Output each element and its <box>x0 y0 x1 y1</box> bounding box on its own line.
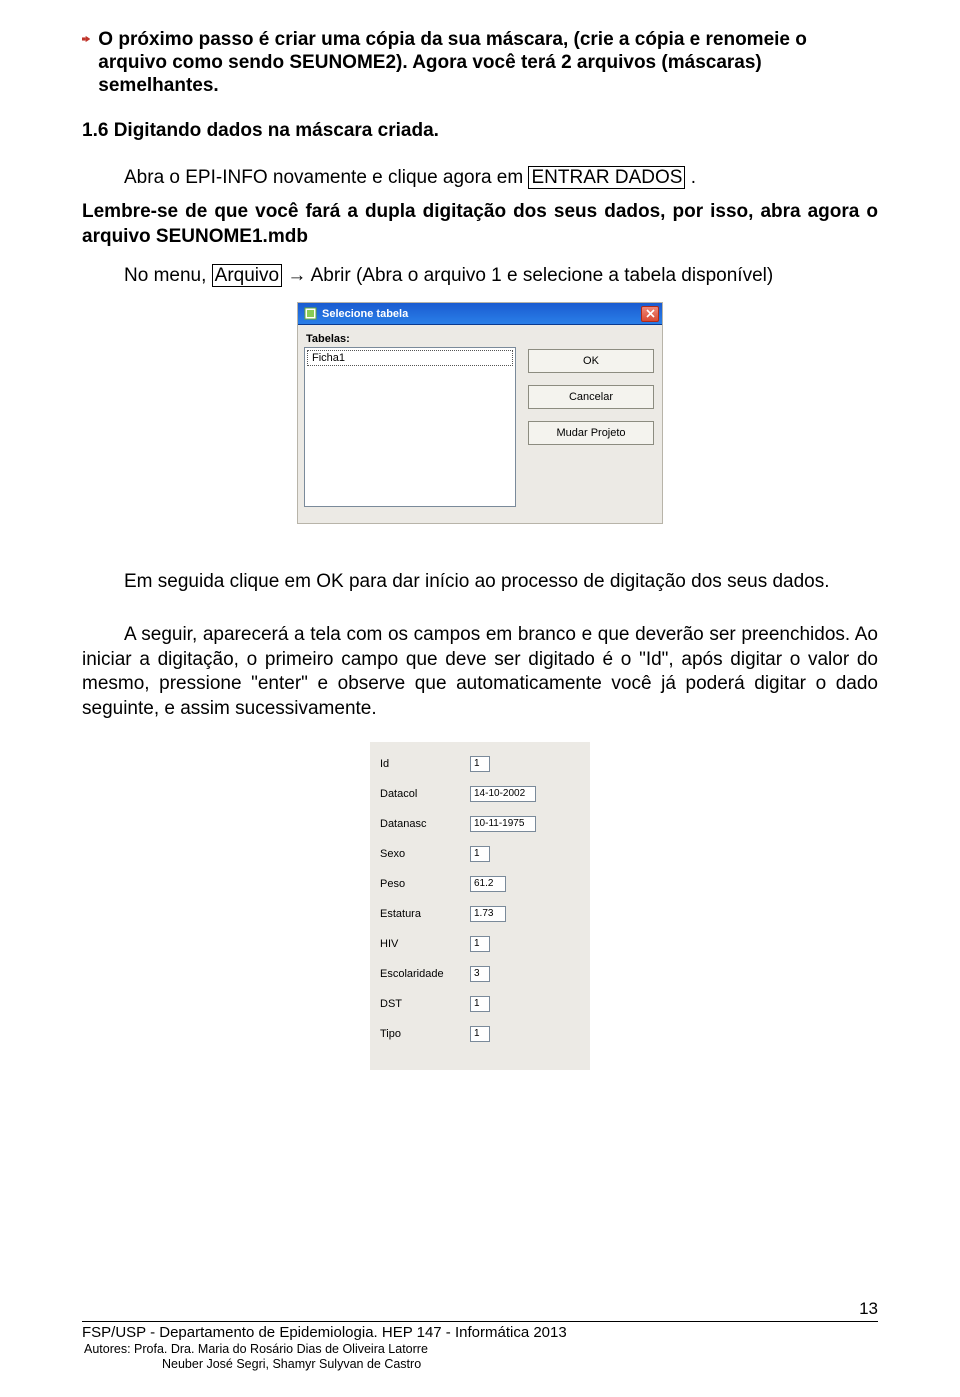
field-input[interactable]: 14-10-2002 <box>470 786 536 802</box>
footer-line-2: Autores: Profa. Dra. Maria do Rosário Di… <box>82 1342 878 1358</box>
paragraph-nomenu: No menu, Arquivo → Abrir (Abra o arquivo… <box>82 264 878 289</box>
paragraph-emseguida: Em seguida clique em OK para dar início … <box>82 570 878 595</box>
paragraph-intro: O próximo passo é criar uma cópia da sua… <box>98 28 878 98</box>
close-button[interactable] <box>641 306 659 322</box>
arrow-icon <box>82 31 90 47</box>
field-input[interactable]: 3 <box>470 966 490 982</box>
cancel-button[interactable]: Cancelar <box>528 385 654 409</box>
footer-rule <box>82 1321 878 1322</box>
list-item[interactable]: Ficha1 <box>307 350 513 366</box>
ok-button[interactable]: OK <box>528 349 654 373</box>
field-label: HIV <box>380 938 470 950</box>
text: No menu, <box>124 265 212 286</box>
form-row: Sexo1 <box>380 846 580 862</box>
field-label: Id <box>380 758 470 770</box>
dialog-title: Selecione tabela <box>322 308 641 320</box>
tables-label: Tabelas: <box>306 333 654 345</box>
field-label: Datanasc <box>380 818 470 830</box>
field-label: Sexo <box>380 848 470 860</box>
footer-line-3: Neuber José Segri, Shamyr Sulyvan de Cas… <box>82 1357 878 1373</box>
paragraph-abra: Abra o EPI-INFO novamente e clique agora… <box>82 166 878 191</box>
dialog-titlebar: Selecione tabela <box>298 303 662 325</box>
form-row: Datacol14-10-2002 <box>380 786 580 802</box>
field-input[interactable]: 1 <box>470 996 490 1012</box>
app-icon <box>304 307 317 320</box>
field-label: Estatura <box>380 908 470 920</box>
form-row: HIV1 <box>380 936 580 952</box>
field-label: Tipo <box>380 1028 470 1040</box>
paragraph-aseguir: A seguir, aparecerá a tela com os campos… <box>82 623 878 722</box>
text: Lembre-se de que você fará a dupla digit… <box>82 201 878 247</box>
tables-listbox[interactable]: Ficha1 <box>304 347 516 507</box>
field-input[interactable]: 1 <box>470 936 490 952</box>
text: Abra o EPI-INFO novamente e clique agora… <box>124 167 528 188</box>
form-row: DST1 <box>380 996 580 1012</box>
select-table-dialog: Selecione tabela Tabelas: Ficha1 OK Canc… <box>297 302 663 524</box>
boxed-arquivo: Arquivo <box>212 264 282 287</box>
heading-1-6: 1.6 Digitando dados na máscara criada. <box>82 120 878 142</box>
paragraph-lembre: Lembre-se de que você fará a dupla digit… <box>82 200 878 249</box>
field-label: DST <box>380 998 470 1010</box>
change-project-button[interactable]: Mudar Projeto <box>528 421 654 445</box>
form-row: Datanasc10-11-1975 <box>380 816 580 832</box>
page-number: 13 <box>859 1299 878 1319</box>
field-input[interactable]: 1.73 <box>470 906 506 922</box>
data-entry-form: Id1Datacol14-10-2002Datanasc10-11-1975Se… <box>370 742 590 1070</box>
field-input[interactable]: 1 <box>470 846 490 862</box>
close-icon <box>646 309 655 318</box>
text: → Abrir (Abra o arquivo 1 e selecione a … <box>282 265 773 286</box>
field-input[interactable]: 1 <box>470 756 490 772</box>
form-row: Peso61.2 <box>380 876 580 892</box>
field-input[interactable]: 61.2 <box>470 876 506 892</box>
form-row: Escolaridade3 <box>380 966 580 982</box>
field-input[interactable]: 10-11-1975 <box>470 816 536 832</box>
text: . <box>685 167 696 188</box>
form-row: Tipo1 <box>380 1026 580 1042</box>
form-row: Estatura1.73 <box>380 906 580 922</box>
boxed-entrar-dados: ENTRAR DADOS <box>528 166 685 189</box>
field-label: Peso <box>380 878 470 890</box>
field-input[interactable]: 1 <box>470 1026 490 1042</box>
field-label: Datacol <box>380 788 470 800</box>
field-label: Escolaridade <box>380 968 470 980</box>
footer-line-1: FSP/USP - Departamento de Epidemiologia.… <box>82 1324 878 1342</box>
form-row: Id1 <box>380 756 580 772</box>
